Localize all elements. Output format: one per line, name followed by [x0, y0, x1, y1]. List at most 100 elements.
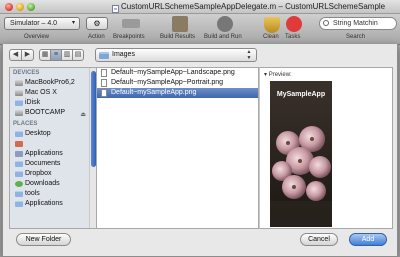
eject-icon[interactable]: ⏏ [80, 110, 86, 120]
window-title-text: CustomURLSchemeSampleAppDelegate.m – Cus… [121, 2, 386, 11]
gear-icon: ⚙ [93, 19, 101, 28]
folder-path-label: Images [112, 51, 135, 58]
breakpoints-label: Breakpoints [113, 34, 145, 40]
folder-icon [15, 191, 23, 197]
search-label: Search [346, 34, 366, 40]
applications-icon [15, 151, 23, 157]
sidebar-scrollbar[interactable] [89, 68, 96, 228]
sidebar-item-label: Applications [25, 150, 63, 157]
forward-button[interactable]: ▶ [21, 49, 34, 61]
tasks-label: Tasks [285, 34, 301, 40]
preview-pane: ▾ Preview: MySampleApp [259, 67, 393, 229]
hard-drive-icon [15, 90, 23, 96]
png-file-icon [101, 79, 107, 87]
sidebar-item-place[interactable]: tools [10, 189, 96, 199]
sidebar-item-place[interactable]: Desktop [10, 129, 96, 139]
sidebar-header-places: PLACES [13, 121, 38, 127]
scheme-popup-label: Simulator – 4.0 [10, 20, 58, 27]
sidebar-item-label: Dropbox [25, 170, 52, 177]
list-view-icon: ≡ [53, 51, 59, 58]
sidebar-item-label: Mac OS X [25, 89, 57, 96]
navigation-row: ◀ ▶ ▦ ≡ ▥ ▤ Images ▲ ▼ [3, 44, 397, 66]
open-panel-sheet: ◀ ▶ ▦ ≡ ▥ ▤ Images ▲ ▼ DEVICES MacBookPro… [2, 44, 398, 257]
file-name: Default~mySampleApp~Portrait.png [111, 79, 224, 86]
sidebar-item-place[interactable]: Downloads [10, 179, 96, 189]
sidebar-item-label: tools [25, 190, 40, 197]
idisk-icon [15, 100, 23, 106]
cover-flow-button[interactable]: ▤ [72, 49, 84, 61]
folder-icon [99, 52, 109, 59]
popup-arrows-icon: ▲ ▼ [246, 49, 252, 61]
clean-icon[interactable] [264, 17, 280, 33]
sidebar-item-device[interactable]: Mac OS X [10, 88, 96, 98]
hard-drive-icon [15, 110, 23, 116]
sidebar: DEVICES MacBookPro6,2 Mac OS X iDisk BOO… [9, 67, 97, 229]
title-bar: m CustomURLSchemeSampleAppDelegate.m – Cu… [0, 0, 400, 14]
window-title: m CustomURLSchemeSampleAppDelegate.m – Cu… [112, 2, 385, 13]
preview-image: MySampleApp [270, 81, 332, 227]
search-field-value: String Matchin [333, 20, 378, 27]
preview-image-title: MySampleApp [276, 91, 326, 98]
png-file-icon [101, 69, 107, 77]
sidebar-item-label: Downloads [25, 180, 60, 187]
sidebar-item-place[interactable]: Dropbox [10, 169, 96, 179]
preview-label: ▾ Preview: [264, 72, 292, 78]
dropbox-icon [15, 171, 23, 177]
sidebar-item-place[interactable]: Applications [10, 199, 96, 209]
documents-icon [15, 161, 23, 167]
minimize-window-button[interactable] [16, 3, 24, 11]
build-results-label: Build Results [160, 34, 196, 40]
add-button[interactable]: Add [349, 233, 387, 246]
sidebar-item-label: iDisk [25, 99, 41, 106]
desktop-icon [15, 131, 23, 137]
png-file-icon [101, 89, 107, 97]
overview-label: Overview [24, 34, 50, 40]
sidebar-item-label: Applications [25, 200, 63, 207]
action-label: Action [88, 34, 105, 40]
build-results-icon[interactable] [172, 16, 188, 32]
breakpoints-icon[interactable] [122, 19, 140, 28]
column-view-icon: ▥ [63, 51, 71, 58]
toolbar: Simulator – 4.0 ▾ Overview ⚙ Action Brea… [0, 14, 400, 45]
file-row[interactable]: Default~mySampleApp~Portrait.png [97, 78, 258, 88]
cancel-button[interactable]: Cancel [300, 233, 338, 246]
file-row[interactable]: Default~mySampleApp~Landscape.png [97, 68, 258, 78]
build-and-run-label: Build and Run [204, 34, 242, 40]
scheme-popup[interactable]: Simulator – 4.0 ▾ [4, 17, 80, 30]
search-field[interactable]: String Matchin [319, 17, 397, 30]
sidebar-item-device[interactable]: BOOTCAMP ⏏ [10, 108, 96, 118]
tasks-icon[interactable] [286, 16, 302, 32]
preview-label-text: Preview: [268, 72, 292, 78]
file-row-selected[interactable]: Default~mySampleApp.png [97, 88, 258, 98]
sidebar-scroll-thumb[interactable] [91, 71, 96, 167]
file-name: Default~mySampleApp.png [111, 89, 197, 96]
cover-flow-icon: ▤ [74, 51, 82, 58]
home-icon [15, 141, 23, 147]
sidebar-item-place[interactable] [10, 139, 96, 149]
back-arrow-icon: ◀ [12, 51, 19, 58]
zoom-window-button[interactable] [27, 3, 35, 11]
folder-path-popup[interactable]: Images ▲ ▼ [95, 48, 257, 62]
forward-arrow-icon: ▶ [24, 51, 31, 58]
close-window-button[interactable] [5, 3, 13, 11]
sidebar-header-devices: DEVICES [13, 70, 40, 76]
action-button[interactable]: ⚙ [86, 17, 108, 30]
source-file-icon: m [112, 5, 119, 13]
sidebar-item-label: MacBookPro6,2 [25, 79, 75, 86]
build-and-run-icon[interactable] [217, 16, 233, 32]
clean-label: Clean [263, 34, 279, 40]
sidebar-item-place[interactable]: Applications [10, 149, 96, 159]
sidebar-item-label: Desktop [25, 130, 51, 137]
popup-arrows-icon: ▾ [71, 20, 75, 26]
new-folder-button[interactable]: New Folder [16, 233, 71, 246]
file-name: Default~mySampleApp~Landscape.png [111, 69, 235, 76]
applications-folder-icon [15, 201, 23, 207]
sidebar-item-label: BOOTCAMP [25, 109, 66, 116]
sidebar-item-device[interactable]: MacBookPro6,2 [10, 78, 96, 88]
sidebar-item-place[interactable]: Documents [10, 159, 96, 169]
xcode-window: m CustomURLSchemeSampleAppDelegate.m – Cu… [0, 0, 400, 257]
hard-drive-icon [15, 80, 23, 86]
flower-photo [270, 81, 332, 227]
file-list: Default~mySampleApp~Landscape.png Defaul… [97, 67, 259, 229]
sidebar-item-device[interactable]: iDisk [10, 98, 96, 108]
